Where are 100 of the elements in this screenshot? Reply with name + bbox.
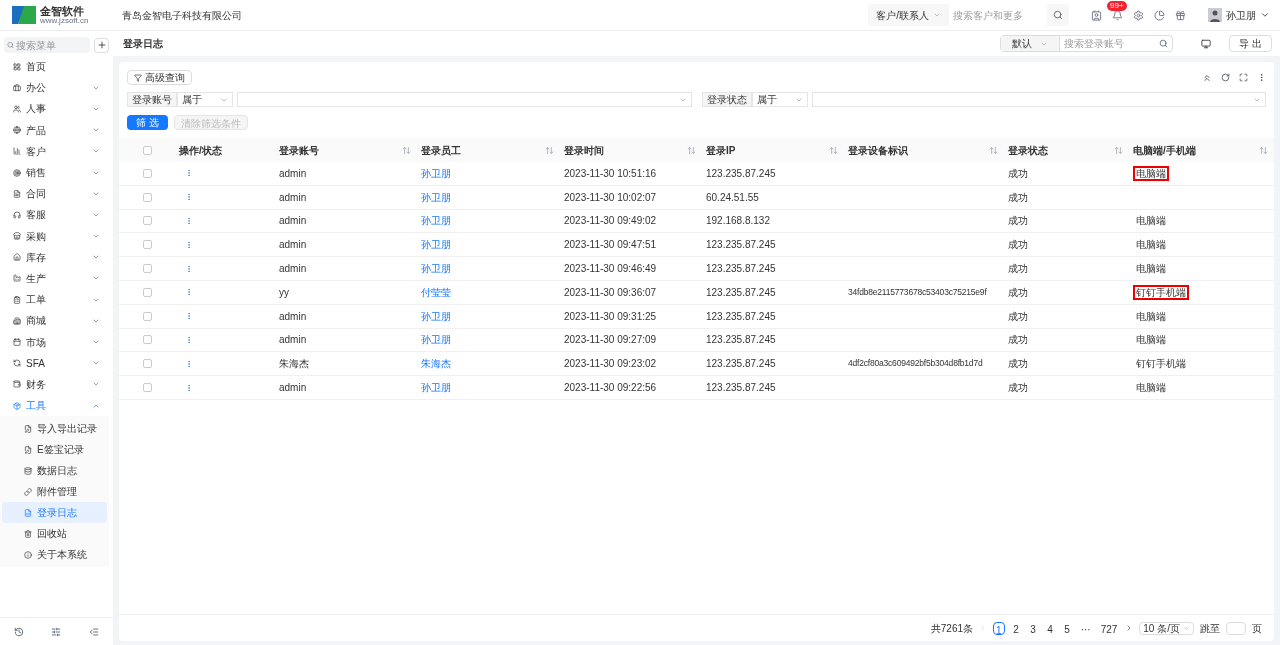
- menu-item[interactable]: 合同: [0, 183, 113, 205]
- employee-link[interactable]: 孙卫朋: [421, 215, 451, 227]
- employee-link[interactable]: 孙卫朋: [421, 310, 451, 322]
- more-icon[interactable]: [185, 217, 193, 225]
- menu-item[interactable]: 办公: [0, 77, 113, 99]
- checkbox[interactable]: [142, 383, 152, 393]
- employee-link[interactable]: 孙卫朋: [421, 263, 451, 275]
- refresh-icon[interactable]: [1221, 73, 1230, 82]
- submenu-item[interactable]: E签宝记录: [2, 439, 107, 461]
- menu-item[interactable]: 产品: [0, 119, 113, 141]
- monitor-icon[interactable]: [1201, 38, 1212, 49]
- sort-icon[interactable]: [545, 145, 554, 155]
- menu-item[interactable]: 商城: [0, 310, 113, 332]
- menu-item[interactable]: 首页: [0, 56, 113, 78]
- checkbox[interactable]: [142, 359, 152, 369]
- search-bar[interactable]: 默认 搜索登录账号: [1000, 35, 1174, 52]
- checkbox[interactable]: [142, 240, 152, 250]
- checkbox[interactable]: [142, 287, 152, 297]
- sort-icon[interactable]: [989, 145, 998, 155]
- user-name[interactable]: 孙卫朋: [1226, 7, 1256, 23]
- employee-link[interactable]: 孙卫朋: [421, 191, 451, 203]
- sort-icon[interactable]: [402, 145, 411, 155]
- view-select[interactable]: 默认: [1001, 36, 1060, 51]
- global-search-field[interactable]: 搜索客户和更多: [949, 4, 1047, 26]
- employee-link[interactable]: 孙卫朋: [421, 334, 451, 346]
- pie-chart-icon[interactable]: [1154, 9, 1165, 21]
- more-icon[interactable]: [185, 264, 193, 273]
- more-icon[interactable]: [185, 288, 193, 297]
- more-icon[interactable]: [185, 335, 193, 344]
- sort-icon[interactable]: [687, 145, 696, 155]
- collapse-menu-icon[interactable]: [89, 626, 100, 637]
- checkbox[interactable]: [142, 168, 152, 178]
- more-icon[interactable]: [185, 359, 193, 368]
- menu-item[interactable]: 人事: [0, 98, 113, 120]
- checkbox[interactable]: [142, 145, 152, 155]
- submenu-item[interactable]: 数据日志: [2, 460, 107, 482]
- page-size-select[interactable]: 10 条/页: [1139, 621, 1194, 635]
- menu-item[interactable]: 销售: [0, 161, 113, 184]
- menu-item[interactable]: 市场: [0, 331, 113, 353]
- menu-item[interactable]: 客户: [0, 140, 113, 162]
- employee-link[interactable]: 朱海杰: [421, 358, 451, 370]
- caret-icon[interactable]: [1260, 10, 1270, 20]
- gift-icon[interactable]: [1175, 9, 1186, 21]
- search-icon[interactable]: [1053, 10, 1063, 20]
- menu-item[interactable]: 生产: [0, 267, 113, 290]
- collapse-icon[interactable]: [1202, 72, 1212, 83]
- search-scope-select[interactable]: 客户/联系人: [868, 4, 949, 26]
- menu-search-input[interactable]: 搜索菜单: [16, 37, 87, 53]
- search-icon[interactable]: [1159, 39, 1169, 48]
- menu-item[interactable]: 财务: [0, 373, 113, 395]
- submenu-item[interactable]: 回收站: [2, 523, 107, 545]
- page-button[interactable]: 1: [993, 621, 1005, 635]
- employee-link[interactable]: 孙卫朋: [421, 167, 451, 179]
- menu-item[interactable]: 采购: [0, 225, 113, 247]
- more-icon[interactable]: [185, 312, 193, 321]
- operator-select[interactable]: 属于: [177, 92, 233, 107]
- operator-select[interactable]: 属于: [751, 92, 808, 107]
- page-button[interactable]: 727: [1098, 621, 1120, 635]
- sort-icon[interactable]: [1259, 145, 1268, 155]
- advanced-search-button[interactable]: 高级查询: [127, 70, 192, 85]
- account-search-field[interactable]: 搜索登录账号: [1059, 36, 1156, 51]
- submenu-item[interactable]: 附件管理: [2, 481, 107, 503]
- page-button[interactable]: 2: [1010, 621, 1022, 635]
- add-button[interactable]: [94, 37, 109, 53]
- checkbox[interactable]: [142, 264, 152, 274]
- history-icon[interactable]: [13, 626, 24, 637]
- page-button[interactable]: 3: [1027, 621, 1039, 635]
- fullscreen-icon[interactable]: [1239, 73, 1248, 82]
- sliders-icon[interactable]: [51, 626, 62, 637]
- more-icon[interactable]: [185, 383, 193, 392]
- checkbox[interactable]: [142, 192, 152, 202]
- menu-item[interactable]: 工单: [0, 289, 113, 311]
- sort-icon[interactable]: [829, 145, 838, 155]
- submenu-item[interactable]: 导入导出记录: [2, 418, 107, 440]
- employee-link[interactable]: 付莹莹: [421, 286, 451, 298]
- menu-item[interactable]: 客服: [0, 204, 113, 226]
- menu-item[interactable]: 工具: [0, 395, 113, 417]
- checkbox[interactable]: [142, 311, 152, 321]
- menu-item[interactable]: SFA: [0, 352, 113, 374]
- page-button[interactable]: ···: [1078, 621, 1093, 635]
- checkbox[interactable]: [142, 216, 152, 226]
- avatar-icon[interactable]: [1208, 8, 1222, 22]
- page-button[interactable]: 5: [1061, 621, 1073, 635]
- contacts-icon[interactable]: [1091, 9, 1102, 21]
- more-icon[interactable]: [185, 169, 193, 178]
- page-button[interactable]: 4: [1044, 621, 1056, 635]
- settings-icon[interactable]: [1133, 9, 1144, 21]
- sort-icon[interactable]: [1114, 145, 1123, 155]
- menu-search-field[interactable]: 搜索菜单: [4, 37, 90, 53]
- submenu-item[interactable]: 关于本系统: [2, 544, 107, 566]
- export-button[interactable]: 导 出: [1229, 35, 1272, 52]
- employee-link[interactable]: 孙卫朋: [421, 239, 451, 251]
- more-icon[interactable]: [185, 193, 193, 202]
- menu-item[interactable]: 库存: [0, 246, 113, 268]
- employee-link[interactable]: 孙卫朋: [421, 382, 451, 394]
- notification-icon[interactable]: [1112, 9, 1123, 21]
- submenu-item[interactable]: 登录日志: [2, 502, 107, 524]
- more-icon[interactable]: [185, 240, 193, 249]
- checkbox[interactable]: [142, 335, 152, 345]
- page-jump-field[interactable]: [1226, 621, 1246, 635]
